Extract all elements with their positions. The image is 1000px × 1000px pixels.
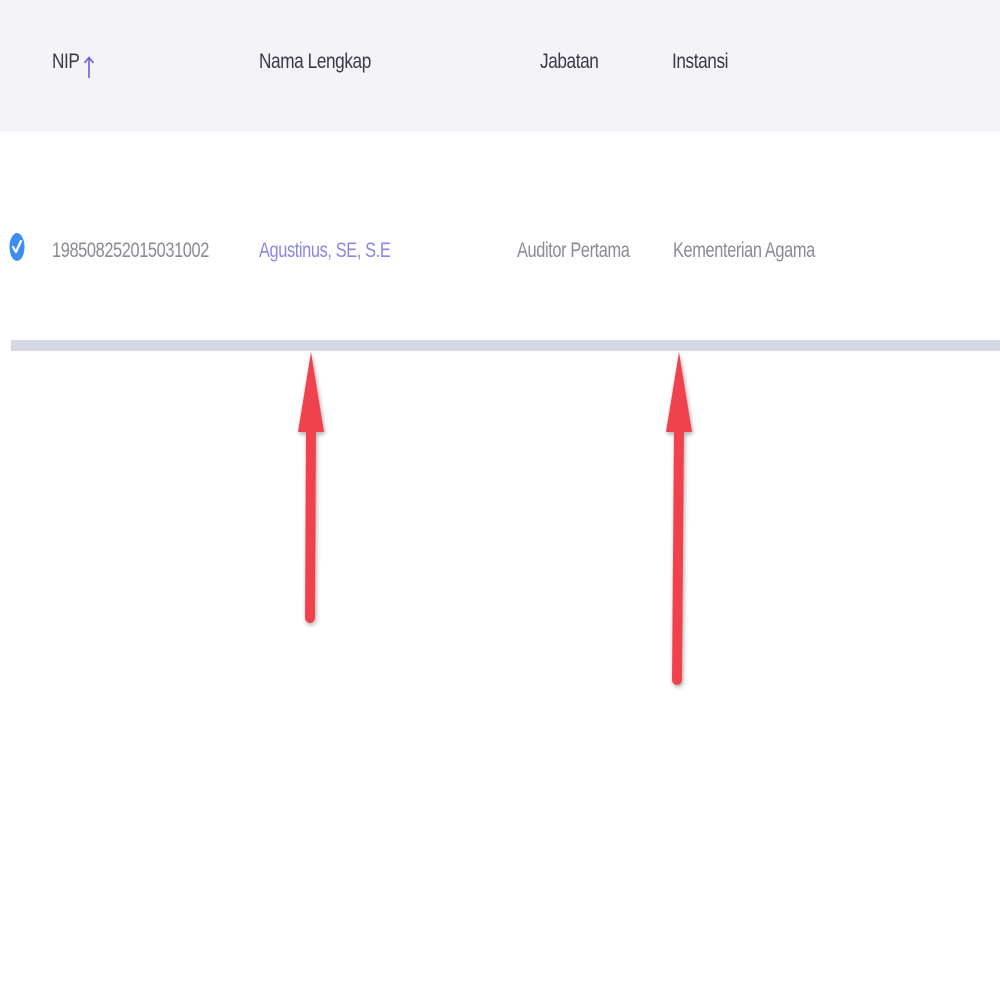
annotation-arrow-icon xyxy=(666,352,692,685)
page: NIP Nama Lengkap Jabatan Instansi 198508… xyxy=(0,0,1000,1000)
annotation-layer xyxy=(298,352,692,685)
annotation-arrow-icon xyxy=(298,352,324,623)
